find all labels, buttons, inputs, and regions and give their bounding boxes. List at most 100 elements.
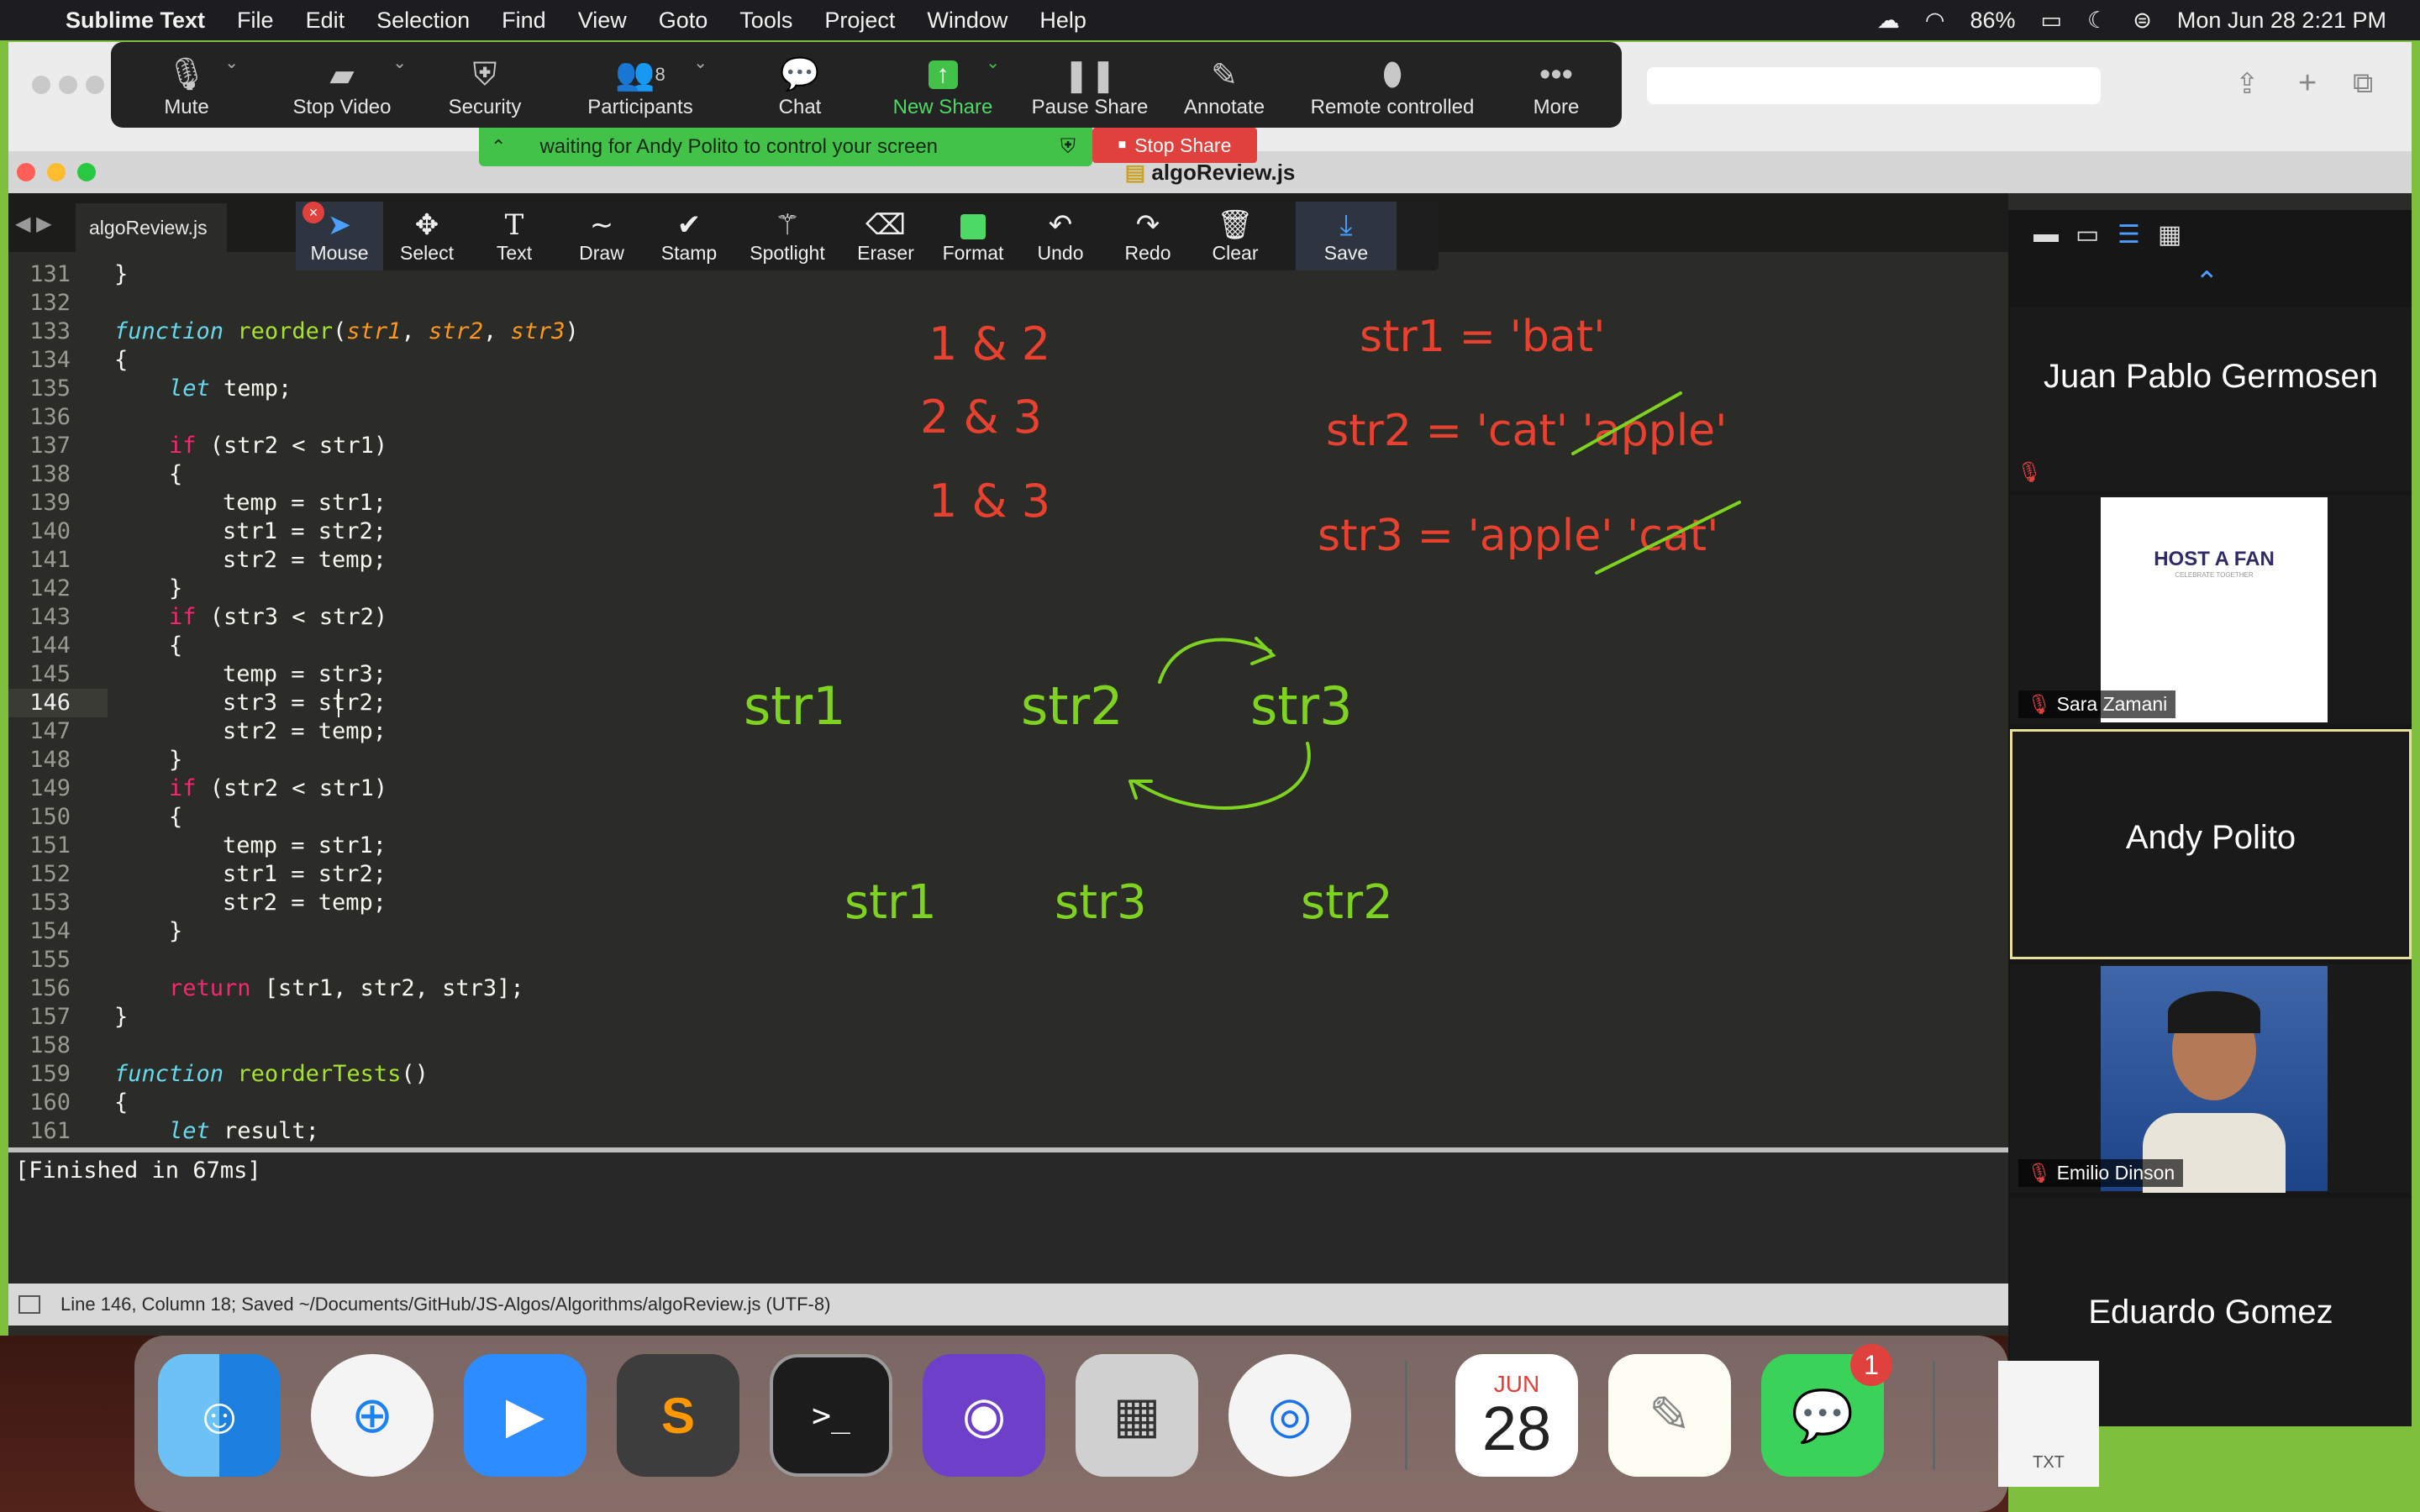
tool-redo[interactable]: ↷ Redo xyxy=(1104,202,1192,270)
checkmark-icon: ✔ xyxy=(676,208,702,241)
tool-stamp[interactable]: ✔ Stamp xyxy=(645,202,733,270)
annotation-green-text: str3 xyxy=(1250,675,1353,737)
security-label: Security xyxy=(448,96,522,118)
share-icon[interactable]: ⇪ xyxy=(2235,67,2260,101)
tab-overview-icon[interactable]: ⧉ xyxy=(2353,67,2373,100)
tool-label: Spotlight xyxy=(750,241,825,264)
pen-icon: ✎ xyxy=(1211,57,1238,93)
participant-video xyxy=(2101,966,2328,1193)
download-icon: ⤓ xyxy=(1339,208,1353,241)
sublime-text-icon[interactable]: S xyxy=(617,1354,739,1477)
finder-icon[interactable]: ☺ xyxy=(158,1354,281,1477)
stop-share-label: Stop Share xyxy=(1134,134,1232,156)
status-bar: Line 146, Column 18; Saved ~/Documents/G… xyxy=(8,1284,2008,1326)
participant-name: Emilio Dinson xyxy=(2056,1162,2175,1184)
tool-select[interactable]: ✥ Select xyxy=(383,202,471,270)
host-a-fan-tagline: CELEBRATE TOGETHER xyxy=(2175,571,2254,579)
green-square-icon xyxy=(960,208,986,242)
person-hair xyxy=(2168,991,2260,1033)
video-camera-icon: ▰ xyxy=(329,57,355,93)
participant-tile[interactable]: Juan Pablo Germosen 🎙 xyxy=(2010,307,2412,491)
squiggle-icon: ∼ xyxy=(589,208,614,241)
annotation-green-text: str3 xyxy=(1055,875,1147,930)
tool-draw[interactable]: ∼ Draw xyxy=(558,202,645,270)
microphone-icon: 🎙 xyxy=(166,57,208,92)
minimize-gallery-icon[interactable]: ▬ xyxy=(2033,220,2059,249)
pause-icon: ❚❚ xyxy=(1063,57,1117,93)
pause-share-button[interactable]: ❚❚ Pause Share xyxy=(1018,42,1161,128)
chevron-down-icon[interactable]: ⌄ xyxy=(693,52,708,73)
swap-arrow-bottom xyxy=(1128,742,1311,810)
tool-undo[interactable]: ↶ Undo xyxy=(1017,202,1104,270)
tool-eraser[interactable]: ⌫ Eraser xyxy=(842,202,929,270)
strip-view-icon[interactable]: ☰ xyxy=(2118,220,2140,249)
security-button[interactable]: ⛨ Security xyxy=(422,42,548,128)
calendar-icon[interactable]: JUN 28 xyxy=(1455,1354,1578,1477)
stop-video-button[interactable]: ▰ Stop Video ⌄ xyxy=(262,42,422,128)
chrome-icon[interactable]: ◎ xyxy=(1228,1354,1351,1477)
participant-tile[interactable]: HOST A FAN CELEBRATE TOGETHER 🎙 Sara Zam… xyxy=(2010,496,2412,724)
text-T-icon: T xyxy=(504,207,524,242)
grid-view-icon[interactable]: ▦ xyxy=(2158,220,2181,249)
tool-clear[interactable]: 🗑 Clear xyxy=(1192,202,1279,270)
mute-button[interactable]: 🎙 Mute ⌄ xyxy=(111,42,262,128)
participants-button[interactable]: 👥 8 Participants ⌄ xyxy=(548,42,733,128)
mute-label: Mute xyxy=(164,96,209,118)
more-button[interactable]: ••• More xyxy=(1497,42,1615,128)
battery-icon[interactable]: ▭ xyxy=(2040,8,2062,34)
tool-label: Save xyxy=(1323,241,1369,264)
tool-save[interactable]: ⤓ Save xyxy=(1296,202,1397,270)
panel-toggle-icon[interactable] xyxy=(18,1295,40,1314)
calculator-icon[interactable]: ▦ xyxy=(1076,1354,1198,1477)
new-tab-plus-icon[interactable]: + xyxy=(2298,66,2317,102)
undo-icon: ↶ xyxy=(1048,208,1073,241)
zoom-icon[interactable]: ▶ xyxy=(464,1354,587,1477)
tool-format[interactable]: Format xyxy=(929,202,1017,270)
safari-icon[interactable]: ⊕ xyxy=(311,1354,434,1477)
annotation-red-text: str2 = 'cat' 'apple' xyxy=(1326,406,1727,456)
annotation-green-text: str2 xyxy=(1301,875,1393,930)
redo-icon: ↷ xyxy=(1135,208,1160,241)
new-share-label: New Share xyxy=(892,96,993,118)
txt-document-icon[interactable]: TXT xyxy=(1998,1361,2099,1487)
participants-icon: 👥 8 xyxy=(615,57,666,92)
shield-check-icon: ⛨ xyxy=(1060,135,1076,158)
github-desktop-icon[interactable]: ◉ xyxy=(923,1354,1045,1477)
chevron-down-icon[interactable]: ⌄ xyxy=(392,52,407,73)
participant-tile[interactable]: 🎙 Emilio Dinson xyxy=(2010,964,2412,1193)
stop-share-button[interactable]: ■ Stop Share xyxy=(1092,128,1257,163)
chevron-down-icon[interactable]: ⌄ xyxy=(224,52,239,73)
participant-video: HOST A FAN CELEBRATE TOGETHER xyxy=(2101,497,2328,722)
new-share-button[interactable]: ↑ New Share ⌄ xyxy=(867,42,1018,128)
tool-label: Mouse xyxy=(310,241,369,264)
chat-label: Chat xyxy=(778,96,822,118)
remote-controlled-button[interactable]: ⬮ Remote controlled xyxy=(1287,42,1497,128)
participants-count: 8 xyxy=(655,64,666,85)
terminal-icon[interactable]: >_ xyxy=(770,1354,892,1477)
participant-name: Andy Polito xyxy=(2125,819,2296,856)
chat-bubble-icon: 💬 xyxy=(780,57,820,92)
build-output-panel: [Finished in 67ms] xyxy=(8,1152,2008,1284)
textedit-icon[interactable]: ✎ xyxy=(1608,1354,1731,1477)
annotate-button[interactable]: ✎ Annotate xyxy=(1161,42,1287,128)
tool-spotlight[interactable]: ⚚ Spotlight xyxy=(733,202,842,270)
muted-mic-icon: 🎙 xyxy=(2027,1162,2052,1184)
speaker-view-icon[interactable]: ▭ xyxy=(2075,220,2099,249)
close-annotation-icon[interactable]: × xyxy=(302,202,324,223)
chat-button[interactable]: 💬 Chat xyxy=(733,42,867,128)
control-center-icon[interactable]: ⊜ xyxy=(2133,8,2152,34)
chevron-down-icon[interactable]: ⌄ xyxy=(986,52,1000,73)
participant-tile-active[interactable]: Andy Polito xyxy=(2010,729,2412,959)
annotation-layer: 1 & 2 2 & 3 1 & 3 str1 = 'bat' str2 = 'c… xyxy=(744,312,1741,930)
mouse-icon: ⬮ xyxy=(1382,56,1402,92)
menubar-clock[interactable]: Mon Jun 28 2:21 PM xyxy=(2177,8,2386,34)
expand-chevron-icon[interactable]: ⌃ xyxy=(491,136,506,158)
annotation-green-text: str1 xyxy=(844,875,937,930)
tool-text[interactable]: T Text xyxy=(471,202,558,270)
build-output-text: [Finished in 67ms] xyxy=(15,1158,261,1184)
do-not-disturb-moon-icon[interactable]: ☾ xyxy=(2087,8,2107,34)
tool-label: Select xyxy=(400,241,454,264)
participants-label: Participants xyxy=(587,96,693,118)
scroll-up-chevron-icon[interactable]: ⌃ xyxy=(2195,265,2219,299)
stop-square-icon: ■ xyxy=(1118,138,1127,152)
